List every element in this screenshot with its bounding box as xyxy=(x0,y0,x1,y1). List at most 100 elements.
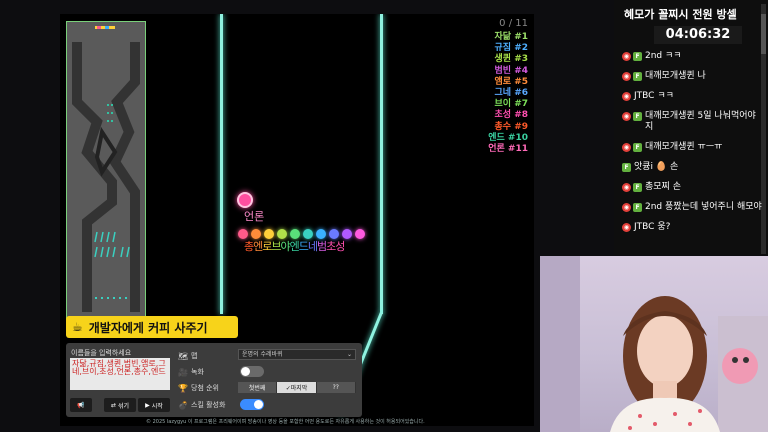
ranking-item: 초성 #8 xyxy=(494,110,529,121)
track-wall-right xyxy=(380,14,383,314)
shuffle-icon: ⇄ xyxy=(110,401,116,409)
ranking-item: 앰로 #5 xyxy=(494,76,529,87)
shuffle-button[interactable]: ⇄ 섞기 xyxy=(104,398,136,412)
megaphone-icon: 📢 xyxy=(77,401,85,409)
coffee-cup-icon: ☕ xyxy=(72,320,83,334)
skill-toggle-knob xyxy=(254,400,263,409)
marble-name-label: 엔 xyxy=(253,240,263,253)
record-label: 녹화 xyxy=(191,368,204,376)
subscriber-badge-icon: ◉ xyxy=(622,223,631,232)
marble-name-label: 초성 xyxy=(326,240,345,253)
fan-badge-icon: F xyxy=(633,72,642,81)
marble-name-label: 브 xyxy=(271,240,281,253)
marble xyxy=(355,229,365,239)
chat-badges: ◉ F xyxy=(622,203,642,213)
subscriber-badge-icon: ◉ xyxy=(622,72,631,81)
chat-message: ◉ F 대깨모개생퀸 ㅠㅡㅠ xyxy=(622,142,764,153)
chat-scrollbar-thumb[interactable] xyxy=(761,14,766,54)
skill-label: 스킬 활성화 xyxy=(191,401,226,409)
webcam-feed xyxy=(540,256,768,432)
finish-counter: 0 / 11 xyxy=(499,18,528,29)
rank-option[interactable]: ✓마지막 xyxy=(277,382,317,393)
lead-marble xyxy=(237,192,253,208)
ranking-item: 규짐 #2 xyxy=(494,43,529,54)
subscriber-badge-icon: ◉ xyxy=(622,112,631,121)
marble-labels: 총엔로브야엔드네범초성 xyxy=(244,238,345,254)
chat-message: ◉ JTBC ㅋㅋ xyxy=(622,91,764,102)
chat-panel: 혜모가 꼴찌시 전원 방셀 04:06:32 ◉ F 2nd ㅋㅋ ◉ F 대깨모개생퀸 … xyxy=(614,0,768,255)
chat-message-text: 앗큥i 🥚 손 xyxy=(634,162,679,172)
chat-message-text: 대깨모개생퀸 ㅠㅡㅠ xyxy=(645,142,723,152)
ranking-item: 범빈 #4 xyxy=(494,65,529,76)
names-title: 이름들을 입력하세요 xyxy=(71,349,132,357)
fan-badge-icon: F xyxy=(633,183,642,192)
chat-message: ◉ F 2nd ㅋㅋ xyxy=(622,51,764,62)
fan-badge-icon: F xyxy=(633,52,642,61)
marble-name-label: 엔 xyxy=(289,240,300,253)
chat-message-text: 2nd 풍짰는데 넣어주니 해모야 xyxy=(645,202,762,212)
copyright-text: © 2025 lazygyu 이 프로그램은 프리웨어이며 방송이나 영상 등을… xyxy=(146,419,425,425)
chat-message-text: JTBC 웅? xyxy=(634,222,671,232)
ranking-list: 자닮 #1 규짐 #2 생퀸 #3 범빈 #4 앰로 #5 그네 #6 브이 #7 초성 #8… xyxy=(488,32,528,155)
rank-option[interactable]: ?? xyxy=(316,382,356,393)
chat-message: ◉ F 대깨모개생퀸 5일 나눠먹어야지 xyxy=(622,111,764,133)
bomb-icon: 💣 xyxy=(178,400,188,410)
start-label: 시작 xyxy=(151,402,163,410)
chat-message-text: 대깨모개생퀸 나 xyxy=(645,71,706,81)
map-select-value: 운명의 수레바퀴 xyxy=(242,351,283,358)
marble-name-label: 범 xyxy=(317,240,327,253)
buy-coffee-label: 개발자에게 커피 사주기 xyxy=(88,320,208,335)
marble-name-label: 총 xyxy=(244,240,254,253)
map-select[interactable]: 운명의 수레바퀴 ⌄ xyxy=(238,349,356,360)
chat-message-text: 대깨모개생퀸 5일 나눠먹어야지 xyxy=(645,111,756,132)
skill-row: 💣 스킬 활성화 xyxy=(178,400,225,410)
skill-toggle[interactable] xyxy=(240,399,264,410)
buy-coffee-button[interactable]: ☕ 개발자에게 커피 사주기 xyxy=(66,316,238,338)
chat-badges: ◉ F xyxy=(622,52,642,62)
subscriber-badge-icon: ◉ xyxy=(622,183,631,192)
stream-timer: 04:06:32 xyxy=(654,26,742,44)
fan-badge-icon: F xyxy=(633,112,642,121)
names-input[interactable]: 자닮,규짐,생퀸,범빈,앰로,그네,브이,초성,언론,총수,엔드 xyxy=(70,358,170,390)
chat-message: ◉ JTBC 웅? xyxy=(622,222,764,233)
chat-message: ◉ F 2nd 풍짰는데 넣어주니 해모야 xyxy=(622,202,764,213)
start-button[interactable]: ▶ 시작 xyxy=(138,398,170,412)
subscriber-badge-icon: ◉ xyxy=(622,203,631,212)
chat-message-text: 2nd ㅋㅋ xyxy=(645,51,682,61)
chat-message-list: ◉ F 2nd ㅋㅋ ◉ F 대깨모개생퀸 나 ◉ JTBC ㅋㅋ ◉ F 대깨모개생퀸 5일 나눠… xyxy=(622,51,764,242)
ranking-item: 그네 #6 xyxy=(494,88,529,99)
chevron-down-icon: ⌄ xyxy=(346,351,352,358)
record-toggle-knob xyxy=(241,367,250,376)
rank-option[interactable]: 첫번째 xyxy=(238,382,278,393)
ranking-item: 생퀸 #3 xyxy=(494,54,529,65)
ranking-item: 엔드 #10 xyxy=(488,132,528,143)
trophy-icon: 🏆 xyxy=(178,383,188,393)
chat-message: ◉ F 총모찌 손 xyxy=(622,182,764,193)
map-icon: 🗺 xyxy=(178,351,189,361)
chat-title: 혜모가 꼴찌시 전원 방셀 xyxy=(624,8,737,21)
rank-label: 당첨 순위 xyxy=(191,384,219,392)
subscriber-badge-icon: ◉ xyxy=(622,92,631,101)
map-label: 맵 xyxy=(191,352,198,360)
record-toggle[interactable] xyxy=(240,366,264,377)
chat-badges: ◉ F xyxy=(622,112,642,133)
chat-badges: ◉ F xyxy=(622,72,642,82)
chat-message-text: 총모찌 손 xyxy=(645,182,681,192)
subscriber-badge-icon: ◉ xyxy=(622,52,631,61)
chat-badges: ◉ F xyxy=(622,143,642,153)
ranking-item: 브이 #7 xyxy=(494,99,529,110)
fan-badge-icon: F xyxy=(622,163,631,172)
subscriber-badge-icon: ◉ xyxy=(622,143,631,152)
minimap[interactable] xyxy=(66,21,146,323)
marble-name-label: 네 xyxy=(307,240,318,253)
shuffle-label: 섞기 xyxy=(117,402,130,410)
chat-badges: ◉ xyxy=(622,223,631,233)
lead-marble-label: 언론 xyxy=(244,210,265,223)
minimap-track xyxy=(72,26,140,312)
rank-row: 🏆 당첨 순위 xyxy=(178,383,219,393)
chat-badges: F xyxy=(622,163,631,173)
share-button[interactable]: 📢 xyxy=(70,398,92,412)
camera-icon: 🎥 xyxy=(178,367,188,377)
track-wall-left xyxy=(220,14,223,314)
chat-message: F 앗큥i 🥚 손 xyxy=(622,162,764,173)
